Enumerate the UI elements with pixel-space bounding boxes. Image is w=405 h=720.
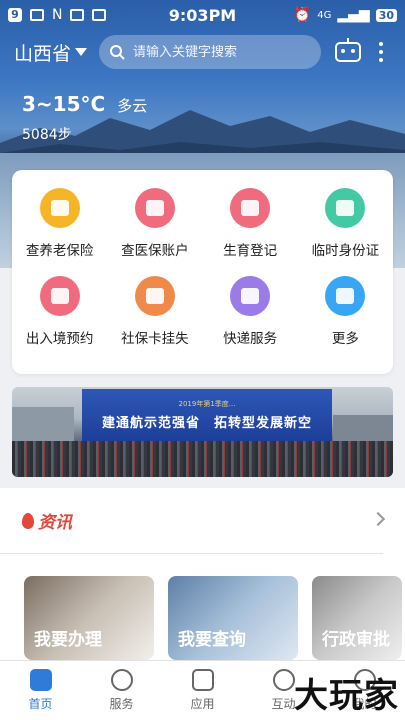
service-label: 社保卡挂失 [121, 331, 189, 347]
mail-icon [92, 9, 107, 21]
flame-icon [22, 512, 34, 529]
n-icon: N [52, 7, 63, 23]
crowd-graphic [12, 441, 393, 477]
app-header: 山西省 [0, 32, 405, 72]
news-title-label: 资讯 [38, 513, 72, 533]
service-grid: 查养老保险 查医保账户 生育登记 临时身份证 出入境预约 社保卡挂失 快递服务 … [12, 170, 393, 374]
temperature: 3~15°C [22, 92, 106, 116]
passport-icon [39, 276, 80, 316]
service-temp-id[interactable]: 临时身份证 [298, 188, 393, 276]
service-label: 快递服务 [223, 331, 278, 347]
search-input[interactable] [133, 44, 304, 60]
status-time: 9:03PM [168, 5, 237, 25]
tile-handle[interactable]: 我要办理 [24, 576, 154, 660]
news-header[interactable]: 资讯 [0, 488, 383, 554]
service-express[interactable]: 快递服务 [203, 276, 298, 364]
home-icon [29, 669, 52, 691]
quick-tiles: 我要办理 我要查询 行政审批 [24, 576, 402, 660]
building-graphic [12, 407, 74, 441]
service-label: 生育登记 [223, 243, 278, 259]
status-bar: 9 N 9:03PM ⏰ 4G ▂▄▆ 30 [0, 0, 405, 30]
service-medical-account[interactable]: 查医保账户 [107, 188, 202, 276]
status-right: ⏰ 4G ▂▄▆ 30 [257, 7, 397, 23]
banner-small-text: 2019年第1季度... [178, 400, 236, 408]
weather-widget: 3~15°C 多云 5084步 [22, 92, 147, 144]
service-label: 临时身份证 [311, 243, 380, 259]
service-label: 查养老保险 [25, 243, 94, 259]
banner-title: 建通航示范强省 拓转型发展新空 [101, 416, 312, 431]
tile-approval[interactable]: 行政审批 [312, 576, 402, 660]
grid-icon [325, 276, 366, 316]
tab-service[interactable]: 服务 [81, 661, 162, 720]
notification-badge: 9 [8, 8, 22, 22]
social-card-icon [134, 276, 175, 316]
tile-label: 我要查询 [178, 630, 246, 650]
tile-label: 我要办理 [34, 630, 102, 650]
building-graphic [333, 415, 393, 441]
service-pension-query[interactable]: 查养老保险 [12, 188, 107, 276]
service-more[interactable]: 更多 [298, 276, 393, 364]
service-label: 出入境预约 [25, 331, 94, 347]
robot-assistant-icon[interactable] [335, 38, 362, 62]
step-count: 5084步 [22, 127, 72, 143]
tab-label: 互动 [271, 697, 296, 711]
tile-label: 行政审批 [322, 630, 390, 650]
province-label: 山西省 [14, 42, 72, 65]
wallet-icon [134, 188, 175, 228]
document-icon [230, 188, 271, 228]
courier-icon [230, 276, 271, 316]
signal-icon: ▂▄▆ [337, 7, 370, 23]
tab-apps[interactable]: 应用 [162, 661, 243, 720]
service-birth-registration[interactable]: 生育登记 [203, 188, 298, 276]
tab-label: 服务 [109, 697, 134, 711]
tab-home[interactable]: 首页 [0, 661, 81, 720]
service-label: 更多 [331, 331, 359, 347]
search-bar[interactable] [99, 35, 322, 69]
chevron-down-icon [75, 48, 88, 56]
search-icon [110, 45, 125, 60]
service-card-loss[interactable]: 社保卡挂失 [107, 276, 202, 364]
promo-banner[interactable]: 2019年第1季度... 建通航示范强省 拓转型发展新空 [12, 387, 393, 477]
banner-board: 2019年第1季度... 建通航示范强省 拓转型发展新空 [82, 389, 332, 441]
tab-label: 应用 [190, 697, 215, 711]
network-label: 4G [317, 9, 332, 21]
service-exit-entry[interactable]: 出入境预约 [12, 276, 107, 364]
id-card-icon [325, 188, 366, 228]
tile-query[interactable]: 我要查询 [168, 576, 298, 660]
user-status-icon [30, 9, 44, 21]
weather-condition: 多云 [117, 97, 148, 115]
battery-indicator: 30 [375, 8, 397, 22]
province-selector[interactable]: 山西省 [14, 39, 88, 66]
alarm-icon: ⏰ [293, 7, 312, 23]
status-left: 9 N [8, 7, 148, 23]
tab-label: 首页 [28, 697, 53, 711]
pension-icon [39, 188, 80, 228]
heart-icon [110, 669, 133, 691]
service-label: 查医保账户 [121, 243, 189, 259]
news-title: 资讯 [22, 508, 72, 533]
chat-icon [272, 669, 295, 691]
app-status-icon [70, 9, 85, 21]
clock-icon [191, 669, 214, 691]
more-menu-icon[interactable] [379, 42, 384, 62]
watermark: 大玩家 [294, 676, 399, 716]
